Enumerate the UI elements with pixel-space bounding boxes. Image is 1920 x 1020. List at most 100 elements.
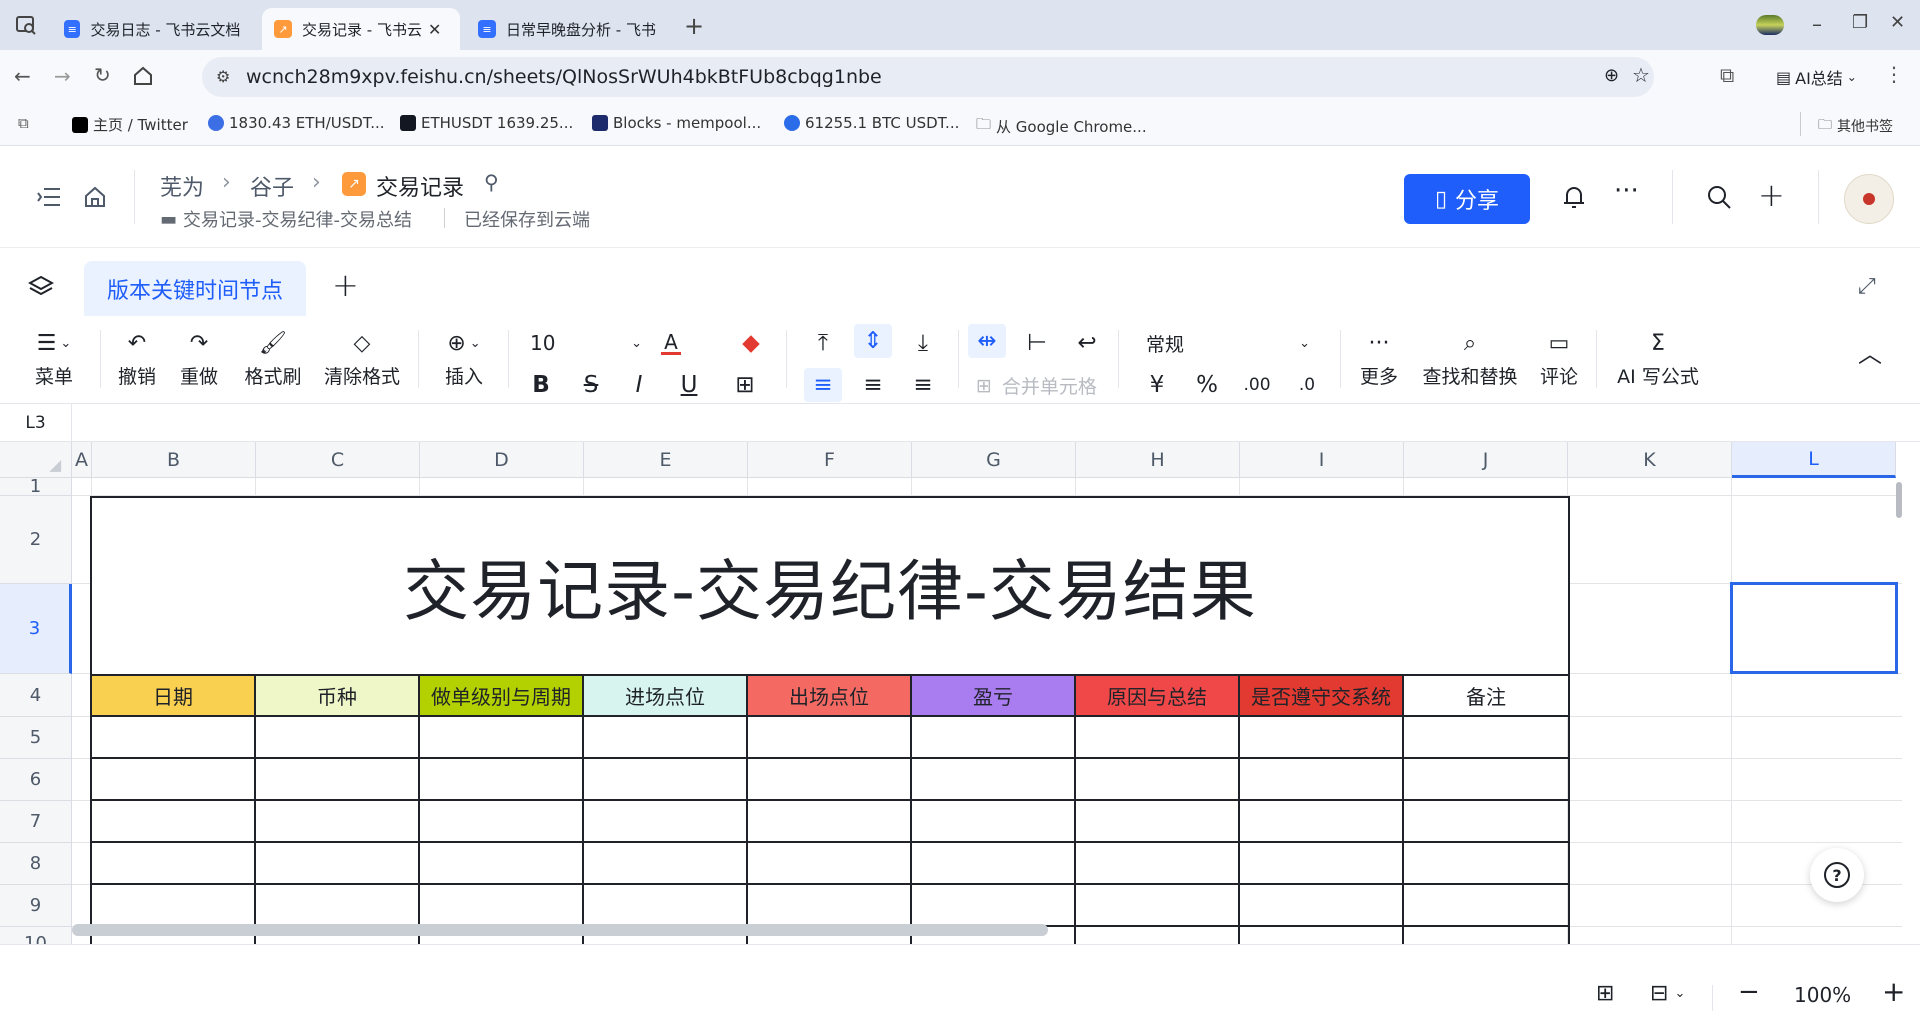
collapse-toolbar-icon[interactable]: ︿ [1858, 334, 1882, 369]
header-cell-exit[interactable]: 出场点位 [748, 674, 912, 717]
comment-button[interactable]: ▭ 评论 [1534, 326, 1584, 389]
align-top-icon[interactable]: ⤒ [804, 326, 842, 360]
column-header[interactable]: D [420, 442, 584, 478]
row-header[interactable]: 8 [0, 843, 72, 885]
home-icon[interactable] [132, 65, 154, 87]
reload-icon[interactable]: ↻ [94, 63, 111, 87]
table-cell[interactable] [1404, 801, 1570, 843]
table-cell[interactable] [1404, 885, 1570, 927]
add-icon[interactable]: + [1758, 176, 1785, 214]
align-bottom-icon[interactable]: ⤓ [904, 326, 942, 360]
redo-button[interactable]: ↷ 重做 [174, 326, 224, 389]
row-header[interactable]: 6 [0, 759, 72, 801]
selected-cell[interactable] [1730, 582, 1898, 674]
header-cell-timeframe[interactable]: 做单级别与周期 [420, 674, 584, 717]
font-size-select[interactable]: 10 ⌄ [530, 326, 642, 360]
bookmark-item[interactable]: Blocks - mempool... [592, 114, 761, 132]
table-cell[interactable] [1076, 717, 1240, 759]
table-cell[interactable] [90, 759, 256, 801]
pin-icon[interactable]: ⚲ [484, 170, 499, 194]
help-button[interactable]: ? [1810, 848, 1864, 902]
new-tab-icon[interactable]: + [684, 12, 704, 40]
table-cell[interactable] [90, 843, 256, 885]
table-cell[interactable] [1240, 927, 1404, 944]
table-cell[interactable] [1240, 843, 1404, 885]
extensions-icon[interactable]: ⧉ [1720, 63, 1734, 87]
header-cell-discipline[interactable]: 是否遵守交系统 [1240, 674, 1404, 717]
close-tab-icon[interactable]: ✕ [428, 20, 441, 39]
breadcrumb-item[interactable]: 芜为 [160, 170, 204, 202]
table-cell[interactable] [584, 759, 748, 801]
column-header[interactable]: C [256, 442, 420, 478]
table-cell[interactable] [748, 885, 912, 927]
minimize-icon[interactable]: – [1812, 12, 1822, 36]
header-cell-reason[interactable]: 原因与总结 [1076, 674, 1240, 717]
table-cell[interactable] [748, 843, 912, 885]
font-color-button[interactable]: A [652, 326, 690, 360]
column-header[interactable]: A [72, 442, 92, 478]
table-cell[interactable] [90, 717, 256, 759]
bookmark-item[interactable]: 1830.43 ETH/USDT... [208, 114, 385, 132]
table-cell[interactable] [912, 717, 1076, 759]
align-left-icon[interactable]: ≡ [804, 368, 842, 402]
italic-button[interactable]: I [620, 368, 658, 402]
table-cell[interactable] [1076, 885, 1240, 927]
zoom-in-icon[interactable]: + [1882, 975, 1905, 1008]
sidebar-toggle-icon[interactable] [36, 186, 62, 208]
search-icon[interactable] [1706, 184, 1732, 210]
forward-icon[interactable]: → [54, 64, 71, 88]
browser-tab-3[interactable]: ≡ 日常早晚盘分析 - 飞书 [466, 8, 672, 50]
percent-button[interactable]: % [1188, 368, 1226, 402]
column-header[interactable]: B [92, 442, 256, 478]
select-all-corner[interactable] [0, 442, 72, 478]
horizontal-scrollbar-thumb[interactable] [72, 924, 1048, 936]
table-cell[interactable] [1076, 801, 1240, 843]
browser-menu-icon[interactable]: ⋮ [1884, 62, 1904, 86]
bookmark-item[interactable]: 主页 / Twitter [72, 114, 188, 135]
cell-reference[interactable]: L3 [0, 404, 72, 441]
table-cell[interactable] [420, 717, 584, 759]
decrease-decimal-button[interactable]: .0 [1288, 368, 1326, 402]
ai-formula-button[interactable]: Σ AI 写公式 [1612, 326, 1704, 389]
table-cell[interactable] [748, 801, 912, 843]
text-overflow-icon[interactable]: ⇹ [968, 324, 1006, 358]
table-cell[interactable] [1404, 843, 1570, 885]
underline-button[interactable]: U [670, 368, 708, 402]
more-icon[interactable]: ··· [1614, 176, 1639, 206]
more-button[interactable]: ··· 更多 [1354, 326, 1404, 389]
fullscreen-icon[interactable]: ⤢ [1858, 274, 1876, 299]
vertical-scrollbar-thumb[interactable] [1896, 482, 1902, 518]
table-cell[interactable] [584, 885, 748, 927]
currency-button[interactable]: ¥ [1138, 368, 1176, 402]
column-header[interactable]: E [584, 442, 748, 478]
doc-path[interactable]: ▬ 交易记录-交易纪律-交易总结 [160, 206, 412, 232]
zoom-out-icon[interactable]: − [1738, 977, 1760, 1007]
table-cell[interactable] [256, 759, 420, 801]
table-cell[interactable] [584, 801, 748, 843]
row-header[interactable]: 2 [0, 496, 72, 584]
table-cell[interactable] [748, 717, 912, 759]
table-cell[interactable] [420, 801, 584, 843]
table-cell[interactable] [1404, 717, 1570, 759]
row-header-selected[interactable]: 3 [0, 584, 72, 674]
bold-button[interactable]: B [522, 368, 560, 402]
header-cell-entry[interactable]: 进场点位 [584, 674, 748, 717]
browser-tab-1[interactable]: ≡ 交易日志 - 飞书云文档 [52, 8, 258, 50]
menu-button[interactable]: ☰ ⌄ 菜单 [24, 326, 84, 389]
table-cell[interactable] [912, 843, 1076, 885]
insert-button[interactable]: ⊕ ⌄ 插入 [434, 326, 494, 389]
close-window-icon[interactable]: ✕ [1890, 12, 1905, 33]
profile-avatar[interactable] [1756, 15, 1784, 35]
format-painter-button[interactable]: 🖌 格式刷 [238, 326, 308, 389]
zoom-icon[interactable]: ⊕ [1604, 65, 1619, 86]
table-cell[interactable] [256, 843, 420, 885]
layers-icon[interactable] [28, 274, 54, 300]
fill-color-button[interactable]: ◆ [732, 326, 770, 360]
add-sheet-icon[interactable]: + [332, 266, 359, 304]
header-cell-notes[interactable]: 备注 [1404, 674, 1570, 717]
row-header[interactable]: 10 [0, 927, 72, 944]
column-header[interactable]: K [1568, 442, 1732, 478]
header-cell-date[interactable]: 日期 [90, 674, 256, 717]
column-header[interactable]: F [748, 442, 912, 478]
bookmark-folder[interactable]: 🗀 从 Google Chrome... [976, 114, 1147, 139]
